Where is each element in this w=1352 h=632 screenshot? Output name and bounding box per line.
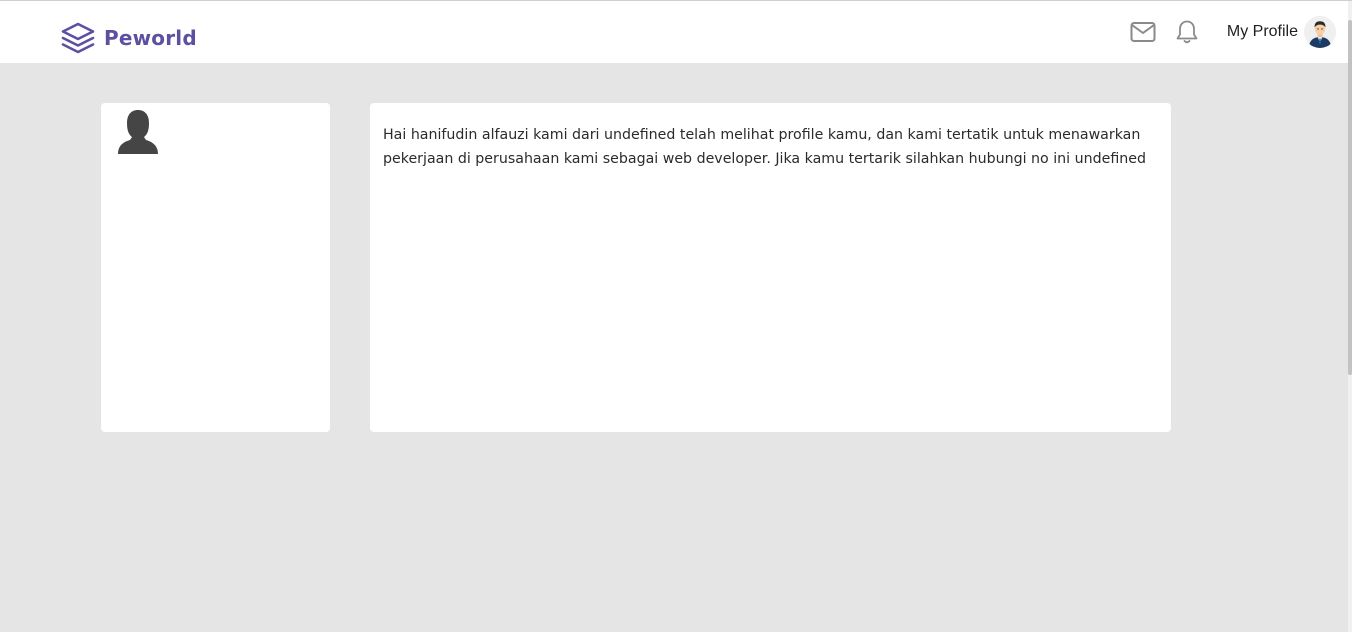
user-silhouette-icon: [118, 110, 158, 154]
bell-icon: [1176, 20, 1198, 44]
notification-button[interactable]: [1173, 18, 1201, 46]
sender-profile-card: [101, 103, 330, 432]
message-text: Hai hanifudin alfauzi kami dari undefine…: [383, 127, 1146, 167]
layers-logo-icon: [61, 22, 95, 54]
scrollbar-thumb[interactable]: [1348, 20, 1352, 375]
user-avatar-icon: [1304, 16, 1336, 48]
mail-icon: [1130, 22, 1156, 42]
message-card: Hai hanifudin alfauzi kami dari undefine…: [370, 103, 1171, 432]
mail-button[interactable]: [1129, 18, 1157, 46]
my-profile-link[interactable]: My Profile: [1227, 16, 1336, 48]
my-profile-label: My Profile: [1226, 23, 1298, 40]
nav-actions: My Profile: [1129, 1, 1336, 63]
brand-name: Peworld: [104, 26, 197, 50]
brand-logo[interactable]: Peworld: [60, 20, 197, 56]
navbar: Peworld My Profile: [0, 1, 1348, 63]
